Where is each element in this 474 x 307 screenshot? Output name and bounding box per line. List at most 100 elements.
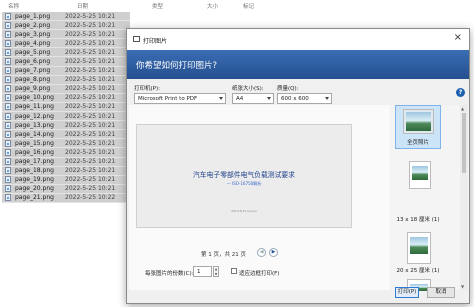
column-name-header[interactable]: 名称	[8, 2, 19, 10]
file-name: page_7.png	[15, 67, 51, 75]
file-name: page_15.png	[15, 139, 54, 147]
scroll-down-icon[interactable]: ▼	[461, 284, 464, 289]
cancel-button[interactable]: 取消	[427, 287, 455, 298]
file-row[interactable]: page_4.png 2022-5-25 10:21	[2, 39, 130, 49]
file-date: 2022-5-25 10:21	[65, 48, 116, 56]
image-file-icon	[5, 148, 11, 156]
image-file-icon	[5, 185, 11, 193]
file-row[interactable]: page_12.png 2022-5-25 10:21	[2, 112, 130, 122]
layout-thumbnail-full-page[interactable]	[403, 109, 434, 134]
file-row[interactable]: page_10.png 2022-5-25 10:21	[2, 93, 130, 103]
layout-item-label[interactable]: 全页照片	[391, 138, 445, 146]
file-name: page_1.png	[15, 12, 51, 20]
image-file-icon	[5, 39, 11, 47]
file-name: page_21.png	[15, 194, 54, 202]
image-file-icon	[5, 158, 11, 166]
file-row[interactable]: page_21.png 2022-5-25 10:22	[2, 193, 130, 203]
file-date: 2022-5-25 10:21	[65, 112, 116, 120]
file-row[interactable]: page_5.png 2022-5-25 10:21	[2, 48, 130, 58]
file-date: 2022-5-25 10:21	[65, 39, 116, 47]
copies-input[interactable]: 1	[193, 266, 212, 277]
help-icon[interactable]: ?	[456, 88, 465, 97]
next-page-button[interactable]: ▶	[269, 248, 278, 257]
layout-thumbnail-20x25[interactable]	[407, 232, 431, 264]
landscape-photo-icon	[410, 237, 428, 254]
paper-size-select[interactable]: A4	[232, 93, 274, 104]
layout-thumbnail-13x18[interactable]	[409, 161, 431, 189]
layout-item-label[interactable]: 13 x 18 厘米 (1)	[391, 215, 445, 223]
file-list: page_1.png 2022-5-25 10:21 page_2.png 2022-…	[2, 12, 130, 203]
file-date: 2022-5-25 10:22	[65, 194, 116, 202]
fit-frame-checkbox[interactable]	[231, 268, 237, 274]
file-name: page_18.png	[15, 167, 54, 175]
close-icon[interactable]: ×	[454, 33, 462, 43]
image-file-icon	[5, 176, 11, 184]
scroll-up-icon[interactable]: ▲	[461, 106, 464, 111]
file-row[interactable]: page_16.png 2022-5-25 10:21	[2, 148, 130, 158]
file-name: page_6.png	[15, 58, 51, 66]
image-file-icon	[5, 103, 11, 111]
column-tags-header[interactable]: 标记	[243, 2, 254, 10]
image-file-icon	[5, 130, 11, 138]
file-date: 2022-5-25 10:21	[65, 185, 116, 193]
chevron-down-icon	[219, 97, 223, 100]
file-name: page_11.png	[15, 103, 54, 111]
copies-stepper[interactable]: ▲ ▼	[213, 266, 219, 277]
file-row[interactable]: page_3.png 2022-5-25 10:21	[2, 30, 130, 40]
printer-select-value: Microsoft Print to PDF	[138, 96, 198, 102]
image-file-icon	[5, 85, 11, 93]
file-row[interactable]: page_8.png 2022-5-25 10:21	[2, 75, 130, 85]
file-row[interactable]: page_15.png 2022-5-25 10:21	[2, 139, 130, 149]
scrollbar-thumb[interactable]	[462, 113, 466, 173]
layout-scrollbar[interactable]: ▲ ▼	[460, 105, 468, 290]
file-date: 2022-5-25 10:21	[65, 130, 116, 138]
column-date-header[interactable]: 日期	[77, 2, 88, 10]
quality-select-value: 600 x 600	[281, 96, 309, 102]
file-row[interactable]: page_14.png 2022-5-25 10:21	[2, 130, 130, 140]
fit-frame-label[interactable]: 适应边框打印(F)	[239, 269, 279, 277]
file-row[interactable]: page_9.png 2022-5-25 10:21	[2, 84, 130, 94]
file-name: page_4.png	[15, 39, 51, 47]
quality-select[interactable]: 600 x 600	[277, 93, 332, 104]
dialog-heading: 你希望如何打印图片?	[136, 61, 218, 71]
image-file-icon	[5, 194, 11, 202]
image-file-icon	[5, 167, 11, 175]
file-row[interactable]: page_20.png 2022-5-25 10:21	[2, 184, 130, 194]
printer-select[interactable]: Microsoft Print to PDF	[134, 93, 226, 104]
file-row[interactable]: page_1.png 2022-5-25 10:21	[2, 12, 130, 22]
file-name: page_10.png	[15, 94, 54, 102]
file-name: page_14.png	[15, 130, 54, 138]
image-file-icon	[5, 94, 11, 102]
file-name: page_19.png	[15, 176, 54, 184]
file-row[interactable]: page_17.png 2022-5-25 10:21	[2, 157, 130, 167]
file-row[interactable]: page_7.png 2022-5-25 10:21	[2, 66, 130, 76]
file-row[interactable]: page_6.png 2022-5-25 10:21	[2, 57, 130, 67]
file-date: 2022-5-25 10:21	[65, 148, 116, 156]
layout-list: 全页照片 13 x 18 厘米 (1) 20 x 25 厘米 (1)	[391, 105, 469, 291]
file-name: page_20.png	[15, 185, 54, 193]
dialog-title: 打印图片	[143, 38, 168, 45]
file-date: 2022-5-25 10:21	[65, 94, 116, 102]
file-row[interactable]: page_13.png 2022-5-25 10:21	[2, 121, 130, 131]
previous-page-button[interactable]: ◀	[257, 248, 266, 257]
file-row[interactable]: page_18.png 2022-5-25 10:21	[2, 166, 130, 176]
preview-doc-subtitle: — ISO-16750解析	[226, 181, 262, 186]
file-row[interactable]: page_11.png 2022-5-25 10:21	[2, 102, 130, 113]
dialog-titlebar: 打印图片 ×	[127, 29, 469, 50]
printer-label: 打印机(P):	[134, 86, 160, 92]
file-date: 2022-5-25 10:21	[65, 21, 116, 29]
column-type-header[interactable]: 类型	[152, 2, 163, 10]
layout-item-label[interactable]: 20 x 25 厘米 (1)	[391, 266, 445, 274]
file-date: 2022-5-25 10:21	[65, 58, 116, 66]
file-date: 2022-5-25 10:21	[65, 76, 116, 84]
image-file-icon	[5, 112, 11, 120]
file-row[interactable]: page_2.png 2022-5-25 10:21	[2, 21, 130, 31]
file-name: page_13.png	[15, 121, 54, 129]
file-row[interactable]: page_19.png 2022-5-25 10:21	[2, 175, 130, 185]
chevron-down-icon	[325, 97, 329, 100]
column-size-header[interactable]: 大小	[207, 2, 218, 10]
file-date: 2022-5-25 10:21	[65, 12, 116, 20]
print-button[interactable]: 打印(P)	[395, 287, 419, 298]
file-name: page_3.png	[15, 30, 51, 38]
chevron-down-icon	[267, 97, 271, 100]
